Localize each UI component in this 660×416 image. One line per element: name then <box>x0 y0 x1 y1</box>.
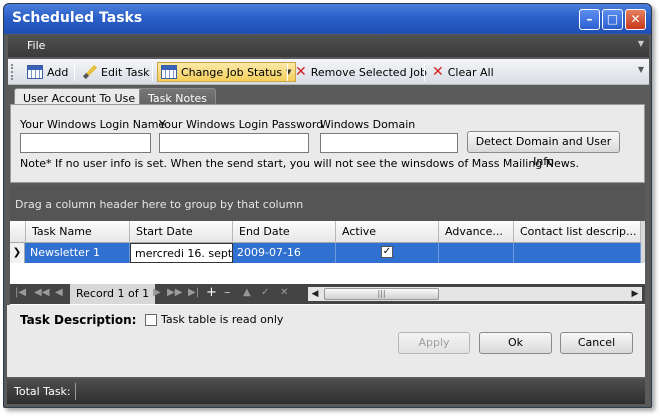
edit-record-icon[interactable]: ▲ <box>243 287 251 298</box>
toolbar-separator <box>74 63 75 81</box>
total-task-label: Total Task: <box>14 385 71 398</box>
menu-file[interactable]: File <box>27 39 45 52</box>
status-separator <box>75 383 76 400</box>
maximize-icon: □ <box>606 12 619 26</box>
next-page-icon[interactable]: ▶▶ <box>167 287 182 298</box>
edit-task-button[interactable]: Edit Task <box>80 62 153 82</box>
toolbar-separator <box>287 63 288 81</box>
user-account-panel: Your Windows Login Name Your Windows Log… <box>10 104 645 183</box>
menu-overflow-icon[interactable]: ▼ <box>638 39 644 48</box>
remove-record-icon[interactable]: – <box>224 285 231 300</box>
remove-selected-job-button[interactable]: ✕ Remove Selected Job <box>292 62 430 82</box>
close-icon: ✕ <box>630 12 641 26</box>
previous-page-icon[interactable]: ◀◀ <box>34 287 49 298</box>
scroll-left-icon[interactable]: ◀ <box>308 287 322 301</box>
delete-icon: ✕ <box>432 64 444 80</box>
group-by-panel[interactable]: Drag a column header here to group by th… <box>10 185 645 221</box>
change-job-status-label: Change Job Status <box>181 65 283 79</box>
table-row[interactable]: ❯ Newsletter 1 mercredi 16. sept... 2009… <box>10 243 645 263</box>
title-bar[interactable]: Scheduled Tasks – □ ✕ <box>4 4 651 34</box>
maximize-button[interactable]: □ <box>602 9 623 30</box>
toolbar-separator <box>152 63 153 81</box>
record-counter: Record 1 of 1 <box>70 284 156 304</box>
column-header-advance[interactable]: Advance... <box>439 221 514 243</box>
first-record-icon[interactable]: |◀ <box>15 287 26 298</box>
clear-all-label: Clear All <box>447 65 494 79</box>
login-name-label: Your Windows Login Name <box>20 118 166 131</box>
window-title: Scheduled Tasks <box>12 10 143 26</box>
active-checkbox[interactable]: ✓ <box>381 246 393 258</box>
menu-bar: File ▼ <box>8 35 649 57</box>
close-button[interactable]: ✕ <box>625 9 646 30</box>
apply-button[interactable]: Apply <box>398 332 470 354</box>
cell-advance[interactable] <box>439 243 514 263</box>
read-only-checkbox[interactable] <box>145 314 157 326</box>
clear-all-button[interactable]: ✕ Clear All <box>429 62 497 82</box>
next-record-icon[interactable]: ▶ <box>153 287 161 298</box>
domain-field[interactable] <box>320 133 458 153</box>
pencil-icon <box>83 65 97 79</box>
account-note: Note* If no user info is set. When the s… <box>20 157 579 170</box>
toolbar-overflow-icon[interactable]: ▼ <box>638 65 644 74</box>
cancel-edit-icon[interactable]: ✕ <box>280 287 288 298</box>
column-header-contact-list[interactable]: Contact list descrip... <box>514 221 641 243</box>
grid-header: Task Name Start Date End Date Active Adv… <box>10 221 645 243</box>
save-record-icon[interactable]: ✓ <box>261 287 269 298</box>
task-description-label: Task Description: <box>20 313 137 327</box>
column-header-active[interactable]: Active <box>336 221 439 243</box>
status-bar: Total Task: <box>7 379 645 404</box>
column-header-task-name[interactable]: Task Name <box>26 221 130 243</box>
vertical-scrollbar[interactable] <box>641 221 645 263</box>
cell-task-name[interactable]: Newsletter 1 <box>26 243 130 263</box>
scroll-thumb[interactable]: ||| <box>324 288 439 300</box>
read-only-label[interactable]: Task table is read only <box>161 313 283 326</box>
detect-domain-button[interactable]: Detect Domain and User Info <box>467 131 620 168</box>
toolbar-separator <box>424 63 425 81</box>
calendar-icon <box>27 65 43 79</box>
cell-active[interactable]: ✓ <box>336 243 439 263</box>
horizontal-scrollbar[interactable]: ◀ ||| ▶ <box>308 287 642 301</box>
login-password-field[interactable] <box>159 133 309 153</box>
edit-task-label: Edit Task <box>101 65 150 79</box>
login-password-label: Your Windows Login Password <box>159 118 324 131</box>
group-hint: Drag a column header here to group by th… <box>15 198 304 211</box>
toolbar: Add Edit Task Change Job Status ▼ ✕ Remo… <box>8 59 649 85</box>
delete-icon: ✕ <box>295 64 307 80</box>
column-header-end-date[interactable]: End Date <box>233 221 336 243</box>
cancel-button[interactable]: Cancel <box>560 332 633 354</box>
ok-button[interactable]: Ok <box>479 332 552 354</box>
column-header-start-date[interactable]: Start Date <box>130 221 233 243</box>
add-label: Add <box>47 65 69 79</box>
remove-selected-job-label: Remove Selected Job <box>310 65 428 79</box>
cell-start-date[interactable]: mercredi 16. sept... <box>130 243 233 263</box>
toolbar-grip[interactable] <box>11 64 14 80</box>
previous-record-icon[interactable]: ◀ <box>55 287 63 298</box>
row-indicator-arrow-icon[interactable]: ❯ <box>10 243 25 263</box>
task-description-area: Task Description: Task table is read onl… <box>7 305 645 377</box>
record-navigator: |◀ ◀◀ ◀ Record 1 of 1 ▶ ▶▶ ▶| + – ▲ ✓ ✕ … <box>10 284 645 304</box>
add-record-icon[interactable]: + <box>206 285 217 300</box>
minimize-icon: – <box>586 12 593 26</box>
login-name-field[interactable] <box>20 133 151 153</box>
domain-label: Windows Domain <box>320 118 416 131</box>
cell-end-date[interactable]: 2009-07-16 <box>233 243 336 263</box>
add-button[interactable]: Add <box>24 62 71 82</box>
cell-contact-list[interactable] <box>514 243 641 263</box>
change-job-status-button[interactable]: Change Job Status ▼ <box>157 62 296 82</box>
last-record-icon[interactable]: ▶| <box>188 287 199 298</box>
minimize-button[interactable]: – <box>579 9 600 30</box>
calendar-icon <box>161 65 177 79</box>
row-indicator-header <box>10 221 26 243</box>
scroll-right-icon[interactable]: ▶ <box>628 287 642 301</box>
